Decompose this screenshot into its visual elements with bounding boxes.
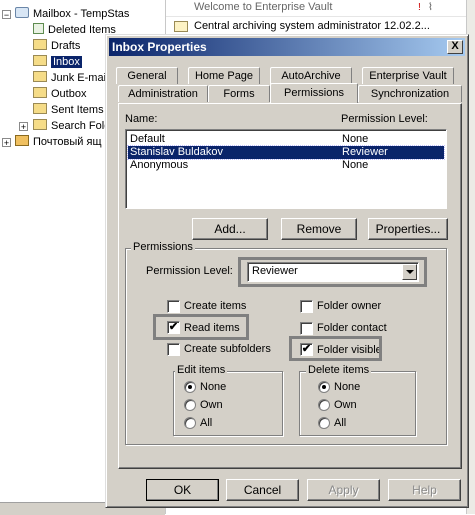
tree-item-sent[interactable]: Sent Items <box>33 103 104 118</box>
search-folder-icon <box>33 119 47 130</box>
divider <box>166 16 466 17</box>
chevron-down-icon[interactable] <box>402 264 417 280</box>
tree-item-mailbox[interactable]: Mailbox - TempStas <box>15 7 129 22</box>
tab-synchronization[interactable]: Synchronization <box>358 85 462 102</box>
folder-contact-label: Folder contact <box>317 322 387 334</box>
sent-items-icon <box>33 103 47 114</box>
dialog-title: Inbox Properties <box>112 40 207 54</box>
properties-button[interactable]: Properties... <box>368 218 448 240</box>
dialog-titlebar[interactable]: Inbox Properties X <box>109 38 465 56</box>
create-subfolders-checkbox[interactable] <box>167 343 180 356</box>
edit-none-radio[interactable] <box>184 381 196 393</box>
permission-level-select[interactable]: Reviewer <box>247 262 419 282</box>
user-name: Anonymous <box>130 159 189 171</box>
inbox-icon <box>33 55 47 66</box>
importance-icon: ! <box>418 2 421 13</box>
mailbox-icon <box>15 135 29 146</box>
collapse-mailbox-toggle[interactable]: − <box>2 10 11 20</box>
edit-none-label: None <box>200 381 227 393</box>
edit-own-label: Own <box>200 399 223 411</box>
delete-none-label: None <box>334 381 361 393</box>
close-button[interactable]: X <box>447 40 463 54</box>
edit-own-radio[interactable] <box>184 399 196 411</box>
tree-item-junk[interactable]: Junk E-mail <box>33 71 108 86</box>
tree-item-deleted[interactable]: Deleted Items <box>33 23 116 38</box>
remove-button[interactable]: Remove <box>281 218 357 240</box>
tab-general[interactable]: General <box>116 67 178 84</box>
edit-items-title: Edit items <box>175 364 228 376</box>
delete-items-title: Delete items <box>306 364 372 376</box>
junk-folder-icon <box>33 71 47 82</box>
add-button[interactable]: Add... <box>192 218 268 240</box>
create-items-label: Create items <box>184 300 247 312</box>
cancel-button[interactable]: Cancel <box>226 479 299 501</box>
name-header: Name: <box>125 113 158 125</box>
user-level: Reviewer <box>342 146 388 158</box>
user-name: Default <box>130 133 165 145</box>
attachment-icon: ⌇ <box>428 2 433 13</box>
list-item[interactable]: Anonymous None <box>128 159 444 172</box>
help-button[interactable]: Help <box>388 479 461 501</box>
outbox-icon <box>33 87 47 98</box>
folder-visible-checkbox[interactable]: ✔ <box>300 343 313 356</box>
tab-permissions[interactable]: Permissions <box>270 83 358 103</box>
deleted-items-icon <box>33 23 44 34</box>
permission-level-value: Reviewer <box>252 265 298 277</box>
delete-own-radio[interactable] <box>318 399 330 411</box>
folder-owner-label: Folder owner <box>317 300 382 312</box>
read-items-label: Read items <box>184 322 240 334</box>
message-sender: Central archiving system administrator <box>194 20 382 32</box>
folder-owner-checkbox[interactable] <box>300 300 313 313</box>
list-item[interactable]: Default None <box>128 133 444 146</box>
create-subfolders-label: Create subfolders <box>184 343 271 355</box>
edit-all-radio[interactable] <box>184 417 196 429</box>
inbox-properties-dialog: Inbox Properties X General Home Page Aut… <box>105 34 469 508</box>
permissions-list[interactable]: Default None Stanislav Buldakov Reviewer… <box>125 129 447 209</box>
delete-own-label: Own <box>334 399 357 411</box>
tab-forms[interactable]: Forms <box>208 85 270 102</box>
message-date: 12.02.2... <box>384 20 430 32</box>
apply-button[interactable]: Apply <box>307 479 380 501</box>
user-name: Stanislav Buldakov <box>130 146 223 158</box>
tree-item-drafts[interactable]: Drafts <box>33 39 80 54</box>
message-subject[interactable]: Welcome to Enterprise Vault <box>194 1 332 13</box>
tab-administration[interactable]: Administration <box>118 85 208 102</box>
message-row[interactable]: Central archiving system administrator 1… <box>194 20 430 32</box>
read-items-checkbox[interactable]: ✔ <box>167 321 180 334</box>
permission-level-header: Permission Level: <box>341 113 428 125</box>
expand-search-toggle[interactable]: + <box>19 122 28 132</box>
delete-none-radio[interactable] <box>318 381 330 393</box>
folder-visible-label: Folder visible <box>317 344 382 356</box>
tree-item-inbox[interactable]: Inbox <box>33 55 83 70</box>
expand-other-mailbox-toggle[interactable]: + <box>2 138 11 148</box>
tree-item-other-mailbox[interactable]: Почтовый ящ <box>15 135 102 150</box>
folder-icon <box>33 39 47 50</box>
list-item[interactable]: Stanislav Buldakov Reviewer <box>127 145 445 160</box>
delete-all-radio[interactable] <box>318 417 330 429</box>
permission-level-label: Permission Level: <box>146 265 233 277</box>
ok-button[interactable]: OK <box>146 479 219 501</box>
user-level: None <box>342 159 369 171</box>
envelope-icon <box>174 21 188 32</box>
create-items-checkbox[interactable] <box>167 300 180 313</box>
tab-home-page[interactable]: Home Page <box>188 67 260 84</box>
tab-autoarchive[interactable]: AutoArchive <box>270 67 352 84</box>
tree-item-outbox[interactable]: Outbox <box>33 87 86 102</box>
tab-enterprise-vault[interactable]: Enterprise Vault <box>362 67 454 84</box>
permissions-group-title: Permissions <box>131 241 195 253</box>
mailbox-icon <box>15 7 29 18</box>
folder-contact-checkbox[interactable] <box>300 322 313 335</box>
edit-all-label: All <box>200 417 213 429</box>
delete-all-label: All <box>334 417 347 429</box>
user-level: None <box>342 133 369 145</box>
